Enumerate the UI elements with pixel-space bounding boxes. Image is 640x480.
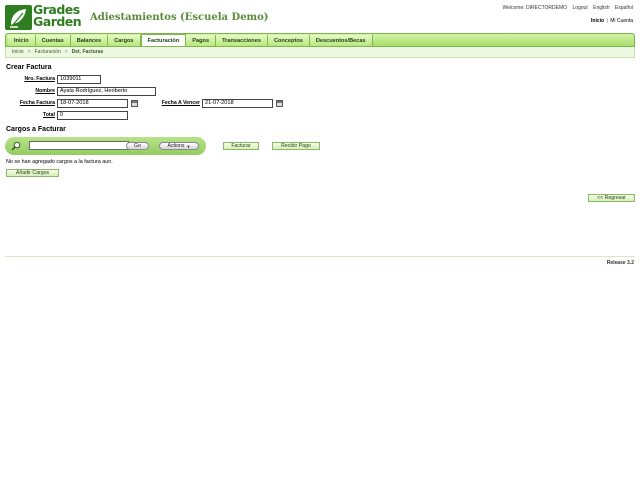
- breadcrumb-separator: >: [27, 49, 31, 55]
- account-link[interactable]: Mi Cuenta: [610, 18, 633, 24]
- charges-title: Cargos a Facturar: [6, 126, 66, 133]
- add-charges-button[interactable]: Añadir Cargos: [6, 169, 59, 177]
- breadcrumb-separator: >: [64, 49, 68, 55]
- actions-label: Actions: [167, 143, 185, 149]
- invoice-date-field[interactable]: 18-07-2018: [57, 99, 128, 108]
- nav-inicio[interactable]: Inicio: [8, 35, 36, 46]
- release-version: Release 3.2: [606, 260, 634, 266]
- logout-link[interactable]: Logout: [572, 5, 587, 11]
- sub-links: Inicio | Mi Cuenta: [591, 18, 633, 24]
- nav-pagos[interactable]: Pagos: [186, 35, 217, 46]
- breadcrumb-current: Det. Facturas: [71, 49, 104, 55]
- nav-descuentos-becas[interactable]: Descuentos/Becas: [309, 35, 373, 46]
- total-field[interactable]: 0: [57, 111, 128, 120]
- back-button[interactable]: << Regresar: [588, 194, 635, 202]
- due-date-calendar-icon[interactable]: [276, 100, 283, 107]
- invoice-button[interactable]: Facturar: [223, 142, 259, 150]
- invoice-number-label: Nro. Factura: [24, 76, 55, 82]
- chevron-down-icon: ▼: [186, 143, 191, 149]
- english-link[interactable]: English: [593, 5, 609, 11]
- footer-divider: [5, 256, 635, 257]
- logo-text: Grades Garden: [33, 3, 82, 29]
- search-input[interactable]: [29, 141, 129, 150]
- invoice-date-label: Fecha Factura: [19, 100, 55, 106]
- go-button[interactable]: Go: [126, 142, 149, 150]
- due-date-field[interactable]: 21-07-2018: [202, 99, 273, 108]
- nav-conceptos[interactable]: Conceptos: [267, 35, 310, 46]
- grades-garden-logo: Grades Garden: [5, 3, 83, 31]
- name-field[interactable]: Ayala Rodríguez, Heriberto: [57, 87, 156, 96]
- leaf-icon: [5, 5, 32, 30]
- home-link[interactable]: Inicio: [591, 18, 604, 24]
- nav-facturacion[interactable]: Facturación: [140, 34, 187, 46]
- nav-balances[interactable]: Balances: [70, 35, 109, 46]
- breadcrumb: Inicio > Facturación > Det. Facturas: [5, 47, 635, 58]
- actions-button[interactable]: Actions ▼: [159, 142, 199, 150]
- nav-cuentas[interactable]: Cuentas: [35, 35, 71, 46]
- sub-links-separator: |: [606, 18, 608, 24]
- search-icon[interactable]: [11, 141, 21, 151]
- main-nav: Inicio Cuentas Balances Cargos Facturaci…: [5, 33, 635, 47]
- app-title: Adiestamientos (Escuela Demo): [90, 12, 269, 23]
- breadcrumb-facturacion[interactable]: Facturación: [35, 49, 61, 55]
- invoice-number-field[interactable]: 1039011: [57, 75, 101, 84]
- name-label: Nombre: [35, 88, 55, 94]
- top-links: Welcome: DIRECTORDEMO Logout English Esp…: [499, 5, 634, 11]
- form-title: Crear Factura: [6, 64, 52, 71]
- due-date-label: Fecha A Vencer: [161, 100, 200, 106]
- nav-transacciones[interactable]: Transacciones: [216, 35, 268, 46]
- breadcrumb-inicio[interactable]: Inicio: [12, 49, 24, 55]
- invoice-date-calendar-icon[interactable]: [131, 100, 138, 107]
- espanol-link[interactable]: Español: [615, 5, 633, 11]
- total-label: Total: [42, 112, 55, 118]
- search-toolbar: Go Actions ▼: [5, 137, 206, 155]
- receive-payment-button[interactable]: Recibir Pago: [272, 142, 320, 150]
- nav-cargos[interactable]: Cargos: [108, 35, 141, 46]
- empty-charges-message: No se han agregado cargos a la factura a…: [6, 159, 113, 165]
- welcome-text: Welcome: DIRECTORDEMO: [502, 5, 568, 11]
- logo-line-2: Garden: [33, 14, 82, 29]
